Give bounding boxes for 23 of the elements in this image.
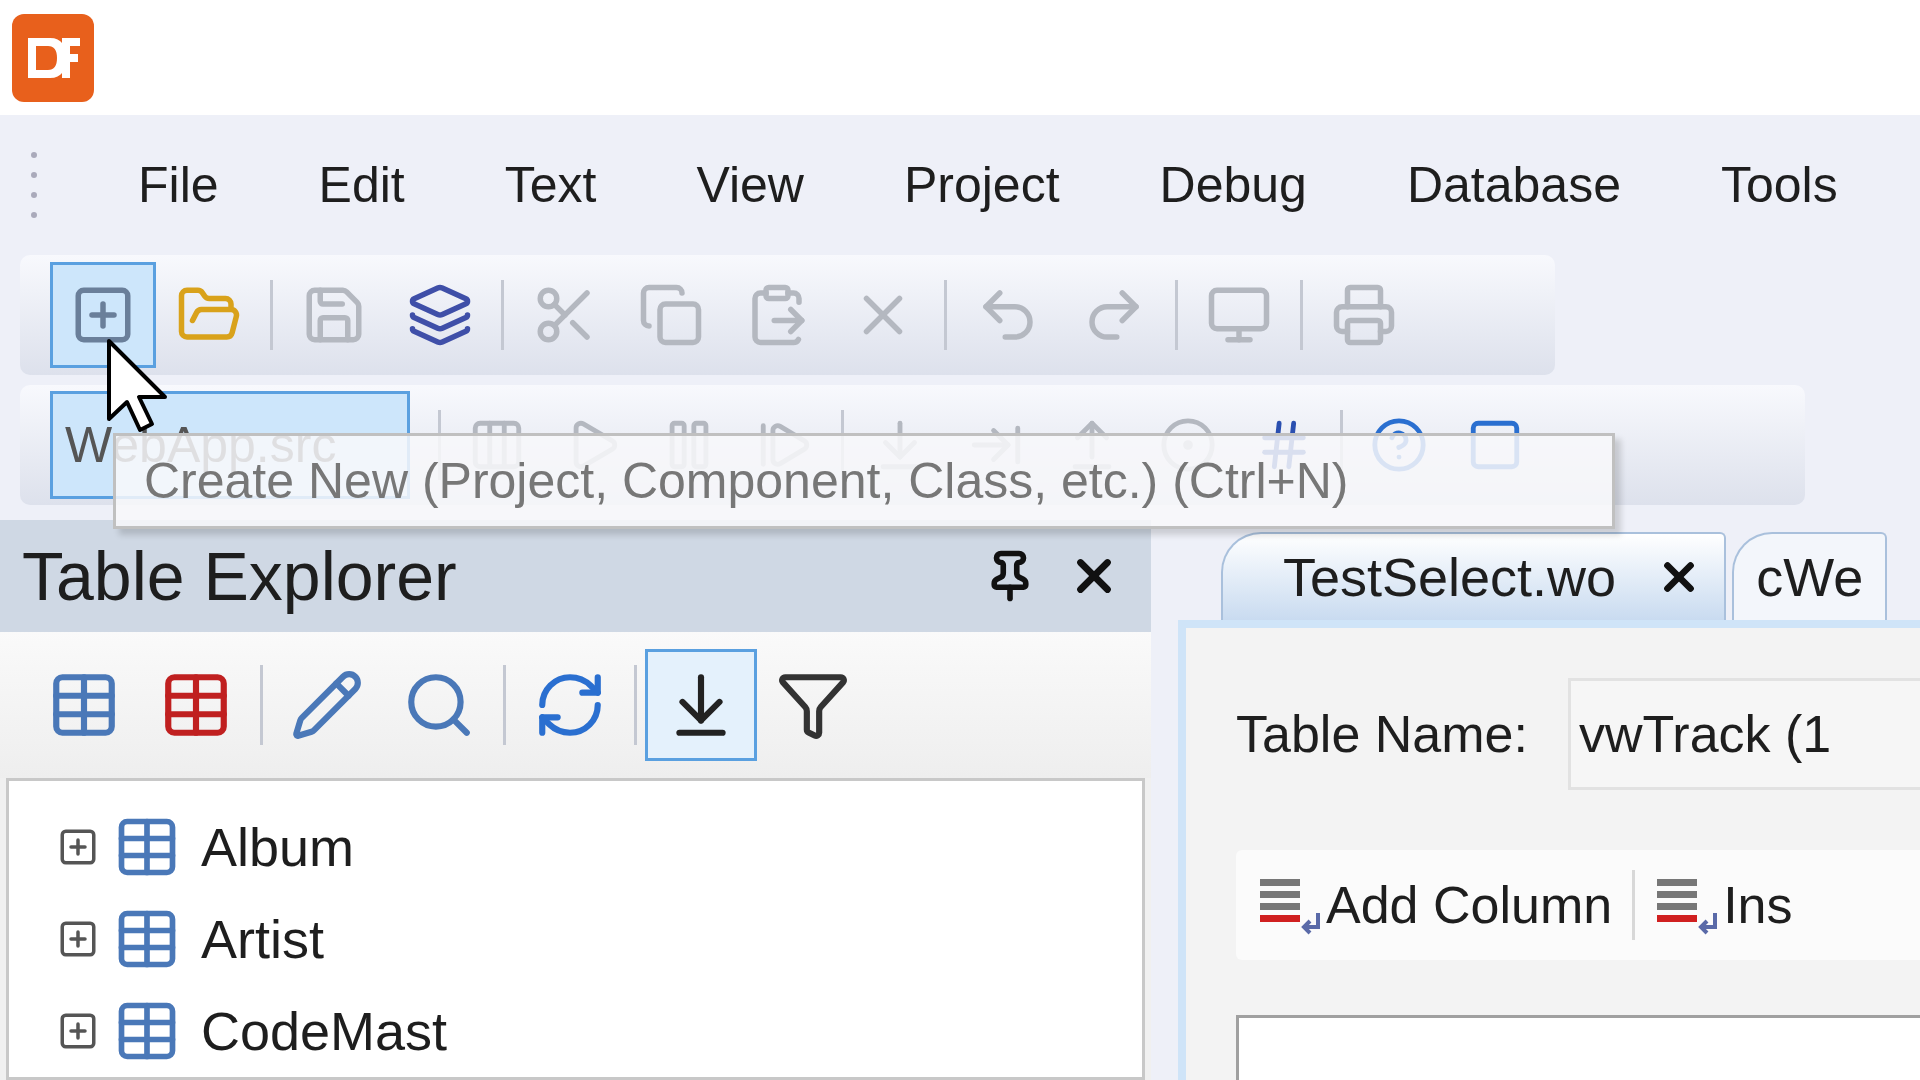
tree-item[interactable]: CodeMast — [201, 990, 448, 1072]
toolbar-button[interactable]: Ins — [1655, 860, 1793, 950]
menu-item[interactable]: File — [138, 147, 219, 223]
toolbar-button[interactable]: Add Column — [1258, 860, 1613, 950]
toolbar-button[interactable] — [50, 262, 156, 368]
panel-title: Table Explorer — [22, 536, 457, 616]
copy-icon — [638, 282, 704, 348]
table-name-field[interactable]: vwTrack (1 — [1567, 678, 1920, 790]
menu-item[interactable]: Database — [1406, 147, 1621, 223]
menu-item[interactable]: Project — [903, 147, 1060, 223]
printer-icon — [1331, 282, 1397, 348]
tree-item[interactable]: Album — [201, 806, 355, 888]
editor-tab[interactable]: cWe — [1732, 532, 1888, 620]
menu-item[interactable]: View — [696, 147, 804, 223]
editor-tab[interactable]: TestSelect.wo — [1221, 532, 1727, 620]
field-label: Table Name: — [1236, 704, 1528, 765]
menu-item[interactable]: Debug — [1159, 147, 1307, 223]
menu-item[interactable]: Text — [504, 147, 597, 223]
menu-item[interactable]: Edit — [318, 147, 405, 223]
tree-item[interactable]: Artist — [201, 898, 324, 980]
toolbar-button[interactable] — [645, 648, 757, 761]
grip-icon — [30, 150, 38, 220]
menu-item[interactable]: Tools — [1720, 147, 1838, 223]
